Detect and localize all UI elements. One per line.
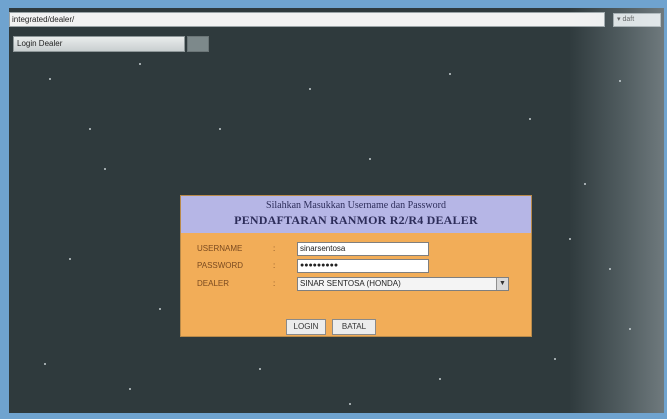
star <box>259 368 261 370</box>
star <box>629 328 631 330</box>
login-panel: Silahkan Masukkan Username dan Password … <box>181 196 531 336</box>
star <box>349 403 351 405</box>
star <box>619 80 621 82</box>
star <box>529 118 531 120</box>
colon: : <box>273 244 276 253</box>
password-input[interactable]: ●●●●●●●●● <box>297 259 429 273</box>
login-subtitle: Silahkan Masukkan Username dan Password <box>266 200 446 211</box>
cancel-button[interactable]: BATAL <box>332 319 376 335</box>
star <box>69 258 71 260</box>
address-bar[interactable]: integrated/dealer/ <box>9 12 605 27</box>
login-button[interactable]: LOGIN <box>286 319 326 335</box>
star <box>309 88 311 90</box>
star <box>44 363 46 365</box>
dealer-select[interactable]: SINAR SENTOSA (HONDA) ▼ <box>297 277 509 291</box>
tab-login-dealer[interactable]: Login Dealer <box>13 36 185 52</box>
search-dropdown[interactable]: ▾ daft <box>613 13 661 27</box>
star <box>554 358 556 360</box>
star <box>609 268 611 270</box>
username-label: USERNAME <box>197 244 243 253</box>
star <box>369 158 371 160</box>
star <box>139 63 141 65</box>
star <box>569 238 571 240</box>
password-label: PASSWORD <box>197 261 244 270</box>
star <box>584 183 586 185</box>
login-header: Silahkan Masukkan Username dan Password … <box>181 196 531 233</box>
star <box>89 128 91 130</box>
star <box>129 388 131 390</box>
browser-window: integrated/dealer/ ▾ daft Login Dealer S… <box>9 8 664 413</box>
dealer-select-value: SINAR SENTOSA (HONDA) <box>300 279 401 288</box>
username-input[interactable]: sinarsentosa <box>297 242 429 256</box>
star <box>439 378 441 380</box>
dealer-label: DEALER <box>197 279 230 288</box>
star <box>449 73 451 75</box>
star <box>219 128 221 130</box>
colon: : <box>273 279 276 288</box>
colon: : <box>273 261 276 270</box>
chevron-down-icon[interactable]: ▼ <box>496 278 508 290</box>
new-tab-button[interactable] <box>187 36 209 52</box>
star <box>104 168 106 170</box>
star <box>49 78 51 80</box>
star <box>159 308 161 310</box>
login-title: PENDAFTARAN RANMOR R2/R4 DEALER <box>234 213 478 227</box>
